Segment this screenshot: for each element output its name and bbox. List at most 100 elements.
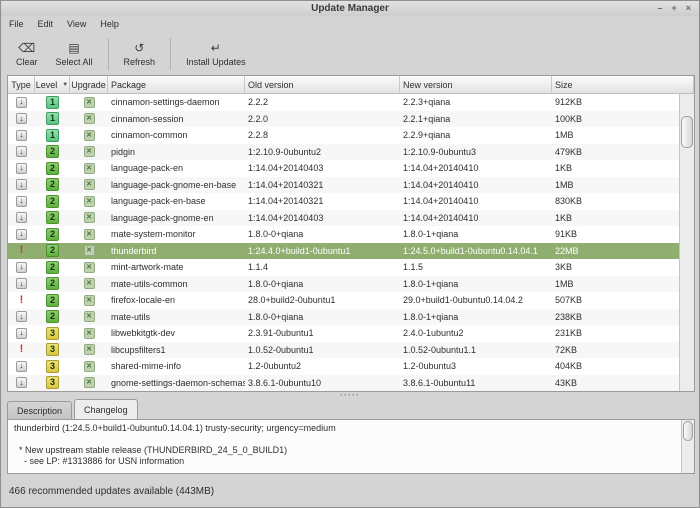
type-cell: ↓ (8, 311, 35, 322)
upgrade-checkbox[interactable]: ✕ (84, 212, 95, 223)
package-name: mate-system-monitor (108, 229, 245, 239)
tab-changelog[interactable]: Changelog (74, 399, 138, 420)
upgrade-cell: ✕ (70, 361, 108, 372)
refresh-icon: ↺ (134, 41, 144, 55)
package-size: 1KB (552, 163, 679, 173)
table-row[interactable]: ↓2✕language-pack-gnome-en1:14.04+2014040… (8, 210, 679, 227)
tab-description[interactable]: Description (7, 401, 72, 420)
table-row[interactable]: ↓2✕mate-utils1.8.0-0+qiana1.8.0-1+qiana2… (8, 309, 679, 326)
level-cell: 1 (35, 129, 70, 142)
package-size: 91KB (552, 229, 679, 239)
upgrade-checkbox[interactable]: ✕ (84, 229, 95, 240)
level-cell: 2 (35, 178, 70, 191)
upgrade-checkbox[interactable]: ✕ (84, 361, 95, 372)
package-name: firefox-locale-en (108, 295, 245, 305)
upgrade-checkbox[interactable]: ✕ (84, 196, 95, 207)
pane-resize-handle[interactable]: ····· (1, 392, 699, 399)
upgrade-cell: ✕ (70, 229, 108, 240)
changelog-scrollbar-thumb[interactable] (683, 421, 693, 441)
download-upgrade-icon: ↓ (16, 146, 27, 157)
column-header-package[interactable]: Package (108, 76, 245, 93)
download-upgrade-icon: ↓ (16, 196, 27, 207)
column-header-size[interactable]: Size (552, 76, 694, 93)
download-upgrade-icon: ↓ (16, 377, 27, 388)
upgrade-checkbox[interactable]: ✕ (84, 130, 95, 141)
changelog-panel: thunderbird (1:24.5.0+build1-0ubuntu0.14… (7, 419, 695, 474)
upgrade-cell: ✕ (70, 295, 108, 306)
minimize-button[interactable]: – (657, 1, 662, 16)
column-header-label: Package (111, 80, 146, 90)
table-row[interactable]: ↓2✕mint-artwork-mate1.1.41.1.53KB (8, 259, 679, 276)
table-row[interactable]: ↓2✕language-pack-en1:14.04+201404031:14.… (8, 160, 679, 177)
table-row[interactable]: ↓2✕pidgin1:2.10.9-0ubuntu21:2.10.9-0ubun… (8, 144, 679, 161)
level-badge: 2 (46, 178, 59, 191)
column-header-old-version[interactable]: Old version (245, 76, 400, 93)
type-cell: ↓ (8, 97, 35, 108)
table-row[interactable]: ↓2✕mate-system-monitor1.8.0-0+qiana1.8.0… (8, 226, 679, 243)
column-header-level[interactable]: Level▼ (35, 76, 70, 93)
refresh-button[interactable]: ↺Refresh (115, 34, 165, 74)
table-row[interactable]: ↓2✕language-pack-en-base1:14.04+20140321… (8, 193, 679, 210)
upgrade-checkbox[interactable]: ✕ (84, 179, 95, 190)
type-cell: ↓ (8, 377, 35, 388)
table-row[interactable]: !2✕thunderbird1:24.4.0+build1-0ubuntu11:… (8, 243, 679, 260)
table-row[interactable]: !2✕firefox-locale-en28.0+build2-0ubuntu1… (8, 292, 679, 309)
package-size: 1MB (552, 279, 679, 289)
old-version: 2.2.8 (245, 130, 400, 140)
menu-item-view[interactable]: View (67, 19, 86, 29)
upgrade-checkbox[interactable]: ✕ (84, 295, 95, 306)
new-version: 1:24.5.0+build1-0ubuntu0.14.04.1 (400, 246, 552, 256)
menu-item-edit[interactable]: Edit (38, 19, 54, 29)
package-name: language-pack-gnome-en-base (108, 180, 245, 190)
upgrade-checkbox[interactable]: ✕ (84, 278, 95, 289)
upgrade-checkbox[interactable]: ✕ (84, 328, 95, 339)
table-row[interactable]: ↓1✕cinnamon-session2.2.02.2.1+qiana100KB (8, 111, 679, 128)
table-scrollbar[interactable] (679, 94, 694, 391)
package-size: 912KB (552, 97, 679, 107)
clear-button[interactable]: ⌫Clear (7, 34, 47, 74)
upgrade-checkbox[interactable]: ✕ (84, 262, 95, 273)
table-row[interactable]: ↓3✕libwebkitgtk-dev2.3.91-0ubuntu12.4.0-… (8, 325, 679, 342)
upgrade-cell: ✕ (70, 344, 108, 355)
menu-item-file[interactable]: File (9, 19, 24, 29)
upgrade-checkbox[interactable]: ✕ (84, 97, 95, 108)
level-badge: 2 (46, 145, 59, 158)
upgrade-checkbox[interactable]: ✕ (84, 311, 95, 322)
title-bar[interactable]: Update Manager –+ × (1, 1, 699, 16)
table-row[interactable]: ↓2✕language-pack-gnome-en-base1:14.04+20… (8, 177, 679, 194)
column-header-upgrade[interactable]: Upgrade (70, 76, 108, 93)
security-alert-icon: ! (20, 295, 24, 306)
close-button[interactable]: × (686, 1, 691, 16)
table-scrollbar-thumb[interactable] (681, 116, 693, 148)
table-row[interactable]: ↓1✕cinnamon-settings-daemon2.2.22.2.3+qi… (8, 94, 679, 111)
changelog-scrollbar[interactable] (681, 420, 694, 473)
column-header-new-version[interactable]: New version (400, 76, 552, 93)
package-name: mint-artwork-mate (108, 262, 245, 272)
package-size: 22MB (552, 246, 679, 256)
install-updates-button[interactable]: ↵Install Updates (177, 34, 255, 74)
upgrade-checkbox[interactable]: ✕ (84, 245, 95, 256)
sort-descending-icon: ▼ (62, 82, 68, 88)
table-row[interactable]: ↓1✕cinnamon-common2.2.82.2.9+qiana1MB (8, 127, 679, 144)
upgrade-checkbox[interactable]: ✕ (84, 113, 95, 124)
window-title: Update Manager (311, 3, 389, 14)
package-size: 1KB (552, 213, 679, 223)
table-row[interactable]: ↓3✕shared-mime-info1.2-0ubuntu21.2-0ubun… (8, 358, 679, 375)
column-header-type[interactable]: Type (8, 76, 35, 93)
menu-item-help[interactable]: Help (100, 19, 119, 29)
upgrade-checkbox[interactable]: ✕ (84, 344, 95, 355)
check-icon: ✕ (86, 247, 92, 254)
maximize-button[interactable]: + (671, 1, 676, 16)
upgrade-checkbox[interactable]: ✕ (84, 146, 95, 157)
upgrade-checkbox[interactable]: ✕ (84, 163, 95, 174)
download-upgrade-icon: ↓ (16, 212, 27, 223)
type-cell: ↓ (8, 262, 35, 273)
table-row[interactable]: ↓3✕gnome-settings-daemon-schemas3.8.6.1-… (8, 375, 679, 392)
select-all-button[interactable]: ▤Select All (47, 34, 102, 74)
upgrade-checkbox[interactable]: ✕ (84, 377, 95, 388)
type-cell: ! (8, 344, 35, 355)
updates-table: TypeLevel▼UpgradePackage Old versionNew v… (7, 75, 695, 392)
changelog-line (14, 434, 681, 445)
table-row[interactable]: ↓2✕mate-utils-common1.8.0-0+qiana1.8.0-1… (8, 276, 679, 293)
table-row[interactable]: !3✕libcupsfilters11.0.52-0ubuntu11.0.52-… (8, 342, 679, 359)
